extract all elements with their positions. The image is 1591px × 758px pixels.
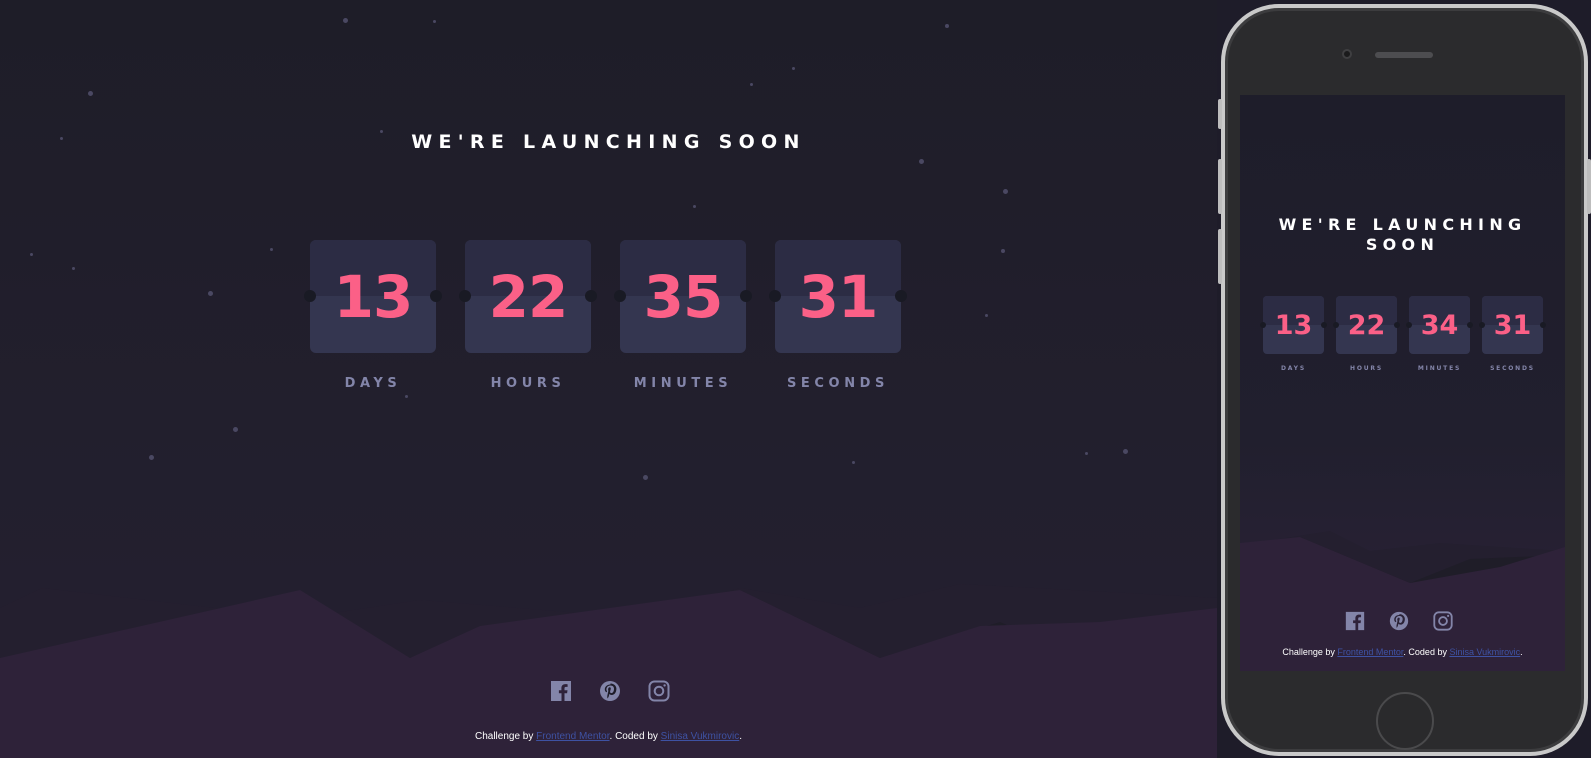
flip-card: 22 xyxy=(459,240,597,353)
mobile-minutes-value: 34 xyxy=(1420,309,1459,341)
phone-mute-switch xyxy=(1218,99,1222,129)
star xyxy=(149,455,154,460)
mobile-social-links xyxy=(1344,610,1454,632)
mobile-hours-value: 22 xyxy=(1347,309,1386,341)
phone-mockup: WE'RE LAUNCHING SOON 13 DAYS 22 HOURS 34… xyxy=(1218,4,1591,756)
mobile-minutes-label: MINUTES xyxy=(1417,365,1462,372)
mobile-attribution: Challenge by Frontend Mentor. Coded by S… xyxy=(1240,647,1565,657)
credit-text: . Coded by xyxy=(609,731,661,742)
star xyxy=(985,314,988,317)
star xyxy=(343,18,348,23)
credit-text: . xyxy=(1520,647,1523,657)
hours-value: 22 xyxy=(488,262,569,331)
phone-power-button xyxy=(1587,159,1591,214)
star xyxy=(88,91,93,96)
flip-card: 35 xyxy=(614,240,752,353)
credit-text: . xyxy=(739,731,742,742)
star xyxy=(1085,452,1088,455)
star xyxy=(72,267,75,270)
star xyxy=(433,20,436,23)
mobile-flip-card-seconds: 31 xyxy=(1479,296,1546,354)
star xyxy=(919,159,924,164)
countdown-seconds: 31 SECONDS xyxy=(769,240,907,391)
star xyxy=(792,67,795,70)
credit-text: . Coded by xyxy=(1403,647,1450,657)
star xyxy=(1001,249,1005,253)
speaker-grille xyxy=(1375,52,1433,58)
star xyxy=(643,475,648,480)
phone-volume-up xyxy=(1218,159,1222,214)
mobile-flip-card-minutes: 34 xyxy=(1406,296,1473,354)
days-label: DAYS xyxy=(344,376,402,391)
star xyxy=(693,205,696,208)
credit-text: Challenge by xyxy=(474,731,537,742)
phone-volume-down xyxy=(1218,229,1222,284)
frontend-mentor-link[interactable]: Frontend Mentor xyxy=(536,731,609,742)
countdown-hours: 22 HOURS xyxy=(459,240,597,391)
mobile-screen: WE'RE LAUNCHING SOON 13 DAYS 22 HOURS 34… xyxy=(1240,95,1565,671)
star xyxy=(270,248,273,251)
pinterest-icon[interactable] xyxy=(1388,610,1410,632)
mobile-days-label: DAYS xyxy=(1281,365,1306,372)
star xyxy=(233,427,238,432)
credit-text: Challenge by xyxy=(1282,647,1338,657)
mobile-seconds-label: SECONDS xyxy=(1490,365,1535,372)
seconds-label: SECONDS xyxy=(786,376,890,391)
instagram-icon[interactable] xyxy=(1432,610,1454,632)
star xyxy=(30,253,33,256)
star xyxy=(852,461,855,464)
mobile-days-value: 13 xyxy=(1274,309,1313,341)
camera-icon xyxy=(1342,49,1352,59)
author-link[interactable]: Sinisa Vukmirovic xyxy=(1449,647,1520,657)
desktop-view: WE'RE LAUNCHING SOON 13 DAYS 22 HOURS 35… xyxy=(0,0,1217,758)
author-link[interactable]: Sinisa Vukmirovic xyxy=(661,731,740,742)
minutes-label: MINUTES xyxy=(633,376,733,391)
social-links xyxy=(549,679,671,703)
frontend-mentor-link[interactable]: Frontend Mentor xyxy=(1337,647,1403,657)
flip-card: 31 xyxy=(769,240,907,353)
hours-label: HOURS xyxy=(490,376,566,391)
star xyxy=(208,291,213,296)
countdown-minutes: 35 MINUTES xyxy=(614,240,752,391)
page-title: WE'RE LAUNCHING SOON xyxy=(411,131,806,153)
star xyxy=(1003,189,1008,194)
star xyxy=(750,83,753,86)
star xyxy=(945,24,949,28)
countdown-days: 13 DAYS xyxy=(304,240,442,391)
home-button xyxy=(1376,692,1434,750)
days-value: 13 xyxy=(333,262,414,331)
mobile-seconds-value: 31 xyxy=(1493,309,1532,341)
seconds-value: 31 xyxy=(798,262,879,331)
star xyxy=(1123,449,1128,454)
facebook-icon[interactable] xyxy=(1344,610,1366,632)
attribution: Challenge by Frontend Mentor. Coded by S… xyxy=(0,731,1217,742)
mobile-hours-label: HOURS xyxy=(1350,365,1383,372)
minutes-value: 35 xyxy=(643,262,724,331)
instagram-icon[interactable] xyxy=(647,679,671,703)
mobile-page-title: WE'RE LAUNCHING SOON xyxy=(1278,215,1527,254)
star xyxy=(405,395,408,398)
facebook-icon[interactable] xyxy=(549,679,573,703)
mobile-flip-card-days: 13 xyxy=(1260,296,1327,354)
pinterest-icon[interactable] xyxy=(598,679,622,703)
flip-card: 13 xyxy=(304,240,442,353)
mobile-flip-card-hours: 22 xyxy=(1333,296,1400,354)
